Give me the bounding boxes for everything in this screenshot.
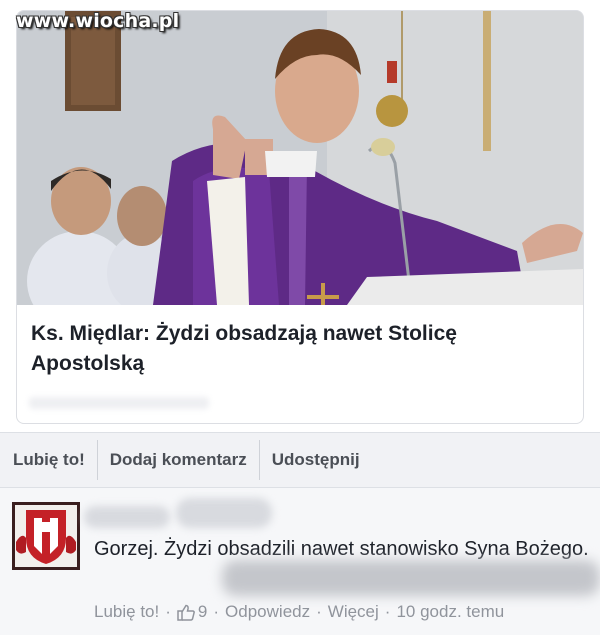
add-comment-button[interactable]: Dodaj komentarz <box>98 445 259 475</box>
separator: · <box>316 602 322 621</box>
reply-link[interactable]: Odpowiedz <box>225 602 310 622</box>
blurred-region <box>222 560 600 596</box>
avatar[interactable] <box>12 502 80 570</box>
link-preview-card[interactable]: Ks. Międlar: Żydzi obsadzają nawet Stoli… <box>16 10 584 424</box>
comment-timestamp[interactable]: 10 godz. temu <box>396 602 504 622</box>
like-count: 9 <box>197 602 208 621</box>
separator: · <box>213 602 220 621</box>
post-action-bar: Lubię to! Dodaj komentarz Udostępnij <box>0 432 600 488</box>
commenter-name-blurred <box>84 506 170 528</box>
link-preview-source-blurred <box>29 397 209 409</box>
link-preview-headline[interactable]: Ks. Międlar: Żydzi obsadzają nawet Stoli… <box>31 319 551 379</box>
more-link[interactable]: Więcej <box>328 602 379 622</box>
commenter-name-blurred <box>176 498 272 528</box>
separator: · <box>384 602 391 621</box>
thumbs-up-icon <box>177 604 195 621</box>
comment-like-link[interactable]: Lubię to! <box>94 602 159 622</box>
comment-meta: Lubię to! · 9 · Odpowiedz · Więcej · 10 … <box>94 602 504 622</box>
comment: Gorzej. Żydzi obsadzili nawet stanowisko… <box>0 488 600 635</box>
separator: · <box>165 602 171 621</box>
like-button[interactable]: Lubię to! <box>0 445 97 475</box>
share-button[interactable]: Udostępnij <box>260 445 372 475</box>
link-preview-image[interactable] <box>17 11 583 305</box>
watermark: www.wiocha.pl <box>16 10 180 32</box>
